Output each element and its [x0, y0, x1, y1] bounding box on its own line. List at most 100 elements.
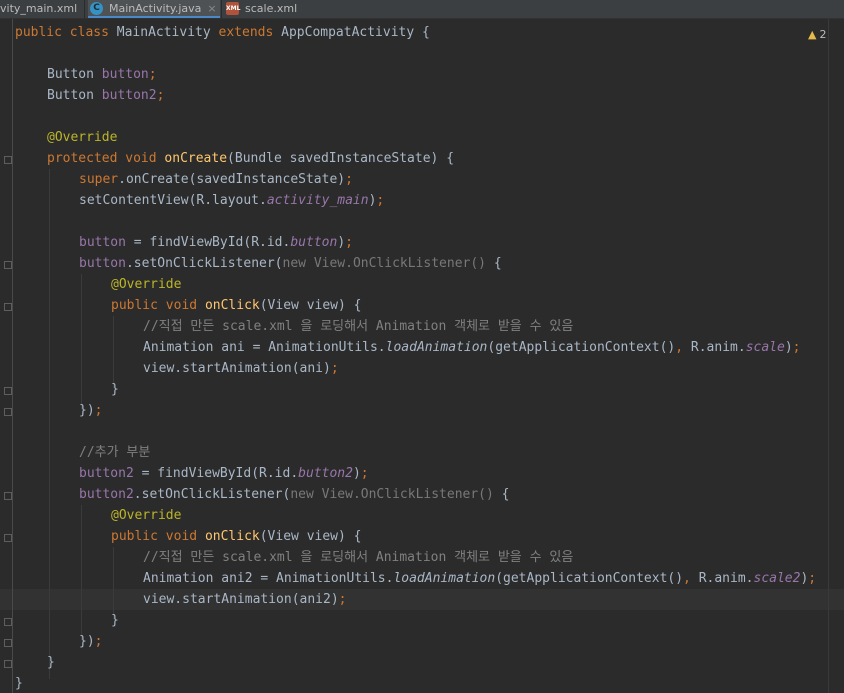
editor-tab-bar: vity_main.xml × C MainActivity.java × XML s… [0, 0, 844, 19]
fold-marker[interactable] [4, 639, 12, 647]
code-line-brace: } [47, 655, 55, 670]
code-token: MainActivity [116, 25, 211, 40]
code-token: (getApplicationContext() [495, 571, 684, 586]
fold-marker[interactable] [4, 534, 12, 542]
code-line-onclick: public void onClick(View view) { [111, 295, 361, 316]
current-line-highlight [0, 589, 844, 610]
tab-activity-main-xml[interactable]: vity_main.xml × [0, 0, 83, 18]
tab-separator [84, 0, 85, 18]
code-token: ; [360, 466, 369, 481]
code-line-close-listener: }); [79, 400, 102, 421]
code-token: = findViewById(R.id. [125, 235, 291, 250]
code-token: super [79, 172, 119, 187]
code-token: ) [337, 235, 346, 250]
code-token: ; [148, 67, 157, 82]
code-token: button2 [79, 487, 134, 502]
indent-guide [113, 316, 114, 388]
indent-guide [49, 169, 50, 679]
code-token: loadAnimation [393, 571, 496, 586]
tab-label: vity_main.xml [0, 2, 78, 15]
code-token: .setOnClickListener( [125, 256, 283, 271]
close-icon[interactable]: × [207, 2, 216, 15]
tab-main-activity-java[interactable]: C MainActivity.java × [88, 0, 220, 18]
code-line-close-listener: }); [79, 631, 102, 652]
code-token: button [101, 67, 149, 82]
indent-guide [113, 547, 114, 619]
code-token: button [290, 235, 338, 250]
code-token: void [165, 529, 198, 544]
fold-marker[interactable] [4, 660, 12, 668]
code-line-animation: Animation ani = AnimationUtils.loadAnima… [143, 337, 800, 358]
code-token: public [111, 298, 158, 313]
code-line-find-button: button = findViewById(R.id.button); [79, 232, 353, 253]
code-line-comment: //추가 부분 [79, 445, 151, 460]
java-class-icon: C [90, 2, 103, 15]
xml-file-icon: XML [226, 2, 240, 15]
code-token: ; [156, 88, 165, 103]
code-token: , [675, 340, 684, 355]
fold-marker[interactable] [4, 408, 12, 416]
inspection-widget[interactable]: ▲ 2 [808, 28, 826, 41]
code-token: (View view) { [259, 529, 362, 544]
warning-icon: ▲ [808, 28, 817, 41]
code-line-brace: } [111, 613, 119, 628]
code-token: = findViewById(R.id. [133, 466, 299, 481]
tab-label: MainActivity.java [109, 2, 202, 15]
code-line-field: Button button; [47, 64, 157, 85]
fold-marker[interactable] [4, 387, 12, 395]
indent-guide [81, 505, 82, 640]
code-line-annotation: @Override [111, 277, 182, 292]
code-token: ; [94, 403, 103, 418]
code-token: ; [376, 193, 385, 208]
code-token: scale2 [753, 571, 801, 586]
fold-marker[interactable] [4, 618, 12, 626]
tab-scale-xml[interactable]: XML scale.xml [222, 0, 302, 18]
fold-marker[interactable] [4, 492, 12, 500]
code-token: new View.OnClickListener() [282, 256, 487, 271]
code-token: class [69, 25, 109, 40]
code-token: { [493, 487, 510, 502]
code-token: }) [79, 403, 95, 418]
code-token: setContentView(R.layout. [79, 193, 267, 208]
code-token: (View view) { [259, 298, 362, 313]
code-line-brace: } [15, 676, 23, 691]
code-line-find-button2: button2 = findViewById(R.id.button2); [79, 463, 369, 484]
code-token: .setOnClickListener( [133, 487, 291, 502]
code-line-brace: } [111, 382, 119, 397]
code-token: (getApplicationContext() [487, 340, 676, 355]
code-token: ; [345, 172, 353, 187]
code-token: ; [345, 235, 353, 250]
code-token: onCreate [164, 151, 228, 166]
code-token: void [165, 298, 198, 313]
code-token: button2 [298, 466, 353, 481]
code-line-comment: //직접 만든 scale.xml 을 로딩해서 Animation 객체로 받… [143, 550, 574, 565]
code-token: extends [218, 25, 274, 40]
code-editor[interactable]: ▲ 2 public class MainActivity extends App… [0, 19, 844, 693]
fold-marker[interactable] [4, 303, 12, 311]
code-token: ; [808, 571, 817, 586]
code-token: loadAnimation [385, 340, 488, 355]
code-token: activity_main [266, 193, 369, 208]
code-token: button [79, 235, 126, 250]
code-token: { [422, 25, 430, 40]
code-token: R.anim. [683, 340, 746, 355]
code-token: { [486, 256, 502, 271]
code-token: button2 [101, 88, 157, 103]
code-token: , [683, 571, 691, 586]
code-line-oncreate: protected void onCreate(Bundle savedInst… [47, 148, 454, 169]
code-token: scale [745, 340, 785, 355]
code-token: ; [792, 340, 801, 355]
ide-window: vity_main.xml × C MainActivity.java × XML s… [0, 0, 844, 693]
fold-marker[interactable] [4, 261, 12, 269]
code-line-start-animation: view.startAnimation(ani2); [143, 589, 347, 610]
code-line-start-animation: view.startAnimation(ani); [143, 358, 339, 379]
code-token: R.anim. [690, 571, 754, 586]
code-token: (Bundle savedInstanceState) { [227, 151, 455, 166]
code-token: }) [79, 634, 95, 649]
code-token: ; [330, 361, 339, 376]
code-line-field: Button button2; [47, 85, 164, 106]
code-line-onclick: public void onClick(View view) { [111, 526, 361, 547]
code-token: public [111, 529, 158, 544]
code-token: .onCreate(savedInstanceState) [118, 172, 346, 187]
fold-marker[interactable] [4, 156, 12, 164]
